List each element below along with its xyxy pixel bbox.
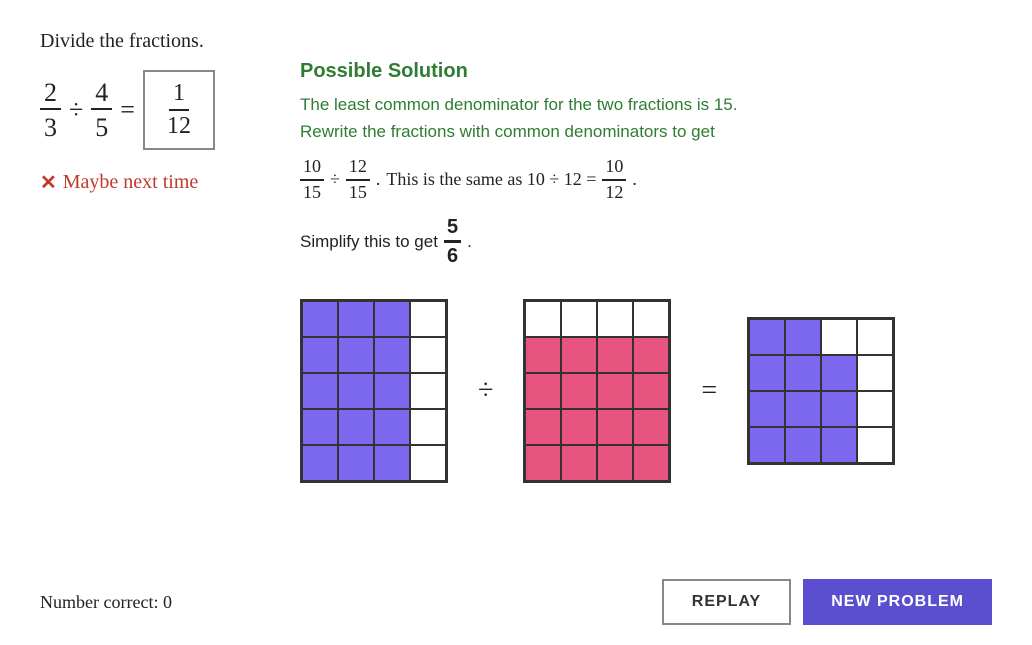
grid-cell xyxy=(857,319,893,355)
fraction-problem: 2 3 ÷ 4 5 = 1 12 xyxy=(40,70,260,150)
grid-cell xyxy=(597,409,633,445)
grid-cell xyxy=(633,337,669,373)
grid-cell xyxy=(338,445,374,481)
grid-cell xyxy=(410,337,446,373)
grid-cell xyxy=(302,301,338,337)
grid-cell xyxy=(597,373,633,409)
grid-cell xyxy=(302,445,338,481)
grid-cell xyxy=(561,373,597,409)
grid-cell xyxy=(821,391,857,427)
x-icon: ✕ xyxy=(40,170,57,195)
grid-cell xyxy=(302,373,338,409)
grid-cell xyxy=(374,373,410,409)
replay-button[interactable]: REPLAY xyxy=(662,579,791,625)
grid-cell xyxy=(821,427,857,463)
grid-cell xyxy=(374,301,410,337)
grid-cell xyxy=(857,391,893,427)
grid-cell xyxy=(597,337,633,373)
simplify-line: Simplify this to get 5 6 . xyxy=(300,214,992,269)
grid-cell xyxy=(374,409,410,445)
grid-cell xyxy=(785,355,821,391)
grid-cell xyxy=(597,445,633,481)
period3: . xyxy=(467,232,472,252)
divide-op: ÷ xyxy=(330,169,340,190)
grid-cell xyxy=(374,445,410,481)
lcd-fraction1: 10 15 xyxy=(300,155,324,204)
fraction-second: 4 5 xyxy=(91,77,112,143)
same-as-text: This is the same as 10 ÷ 12 = xyxy=(386,169,596,190)
grid-cell xyxy=(821,319,857,355)
grid-cell xyxy=(749,355,785,391)
left-panel: 2 3 ÷ 4 5 = 1 12 ✕ Maybe next time xyxy=(40,70,260,195)
final-fraction: 5 6 xyxy=(444,214,461,269)
answer-box: 1 12 xyxy=(143,70,215,150)
grid-cell xyxy=(785,427,821,463)
feedback-text: Maybe next time xyxy=(63,171,199,194)
equals-operator: = xyxy=(701,375,717,407)
grid-cell xyxy=(749,319,785,355)
instruction-text: Divide the fractions. xyxy=(40,30,992,53)
equals-symbol: = xyxy=(120,95,135,125)
grid-cell xyxy=(525,301,561,337)
grid-second xyxy=(523,299,671,483)
result-fraction: 10 12 xyxy=(602,155,626,204)
grid-cell xyxy=(410,373,446,409)
period: . xyxy=(376,169,381,190)
solution-line1: The least common denominator for the two… xyxy=(300,91,992,118)
button-group: REPLAY NEW PROBLEM xyxy=(662,579,992,625)
grid-cell xyxy=(633,301,669,337)
new-problem-button[interactable]: NEW PROBLEM xyxy=(803,579,992,625)
grid-cell xyxy=(633,409,669,445)
grid-first xyxy=(300,299,448,483)
grid-cell xyxy=(302,337,338,373)
grid-cell xyxy=(338,337,374,373)
grid-cell xyxy=(374,337,410,373)
grid-cell xyxy=(525,409,561,445)
grid-cell xyxy=(525,373,561,409)
grid-cell xyxy=(857,355,893,391)
math-line: 10 15 ÷ 12 15 . This is the same as 10 ÷… xyxy=(300,155,992,204)
grid-cell xyxy=(633,373,669,409)
grid-cell xyxy=(338,373,374,409)
bottom-bar: Number correct: 0 REPLAY NEW PROBLEM xyxy=(40,579,992,625)
period2: . xyxy=(632,169,637,190)
grid-cell xyxy=(561,301,597,337)
visuals-row: ÷ xyxy=(300,299,992,483)
grid-cell xyxy=(561,409,597,445)
grid-cell xyxy=(302,409,338,445)
grid-cell xyxy=(785,319,821,355)
answer-fraction: 1 12 xyxy=(163,78,195,142)
grid-cell xyxy=(785,391,821,427)
solution-title: Possible Solution xyxy=(300,60,992,83)
grid-cell xyxy=(749,391,785,427)
grid-cell xyxy=(821,355,857,391)
grid-cell xyxy=(525,445,561,481)
lcd-fraction2: 12 15 xyxy=(346,155,370,204)
grid-cell xyxy=(410,301,446,337)
num-correct-label: Number correct: 0 xyxy=(40,592,172,613)
grid-cell xyxy=(338,301,374,337)
grid-cell xyxy=(410,445,446,481)
divide-operator: ÷ xyxy=(478,375,493,407)
grid-cell xyxy=(525,337,561,373)
right-panel: Possible Solution The least common denom… xyxy=(300,60,992,483)
grid-cell xyxy=(633,445,669,481)
grid-cell xyxy=(857,427,893,463)
grid-cell xyxy=(561,445,597,481)
grid-cell xyxy=(597,301,633,337)
divide-symbol: ÷ xyxy=(69,95,83,125)
simplify-text: Simplify this to get xyxy=(300,232,438,252)
feedback-message: ✕ Maybe next time xyxy=(40,170,260,195)
grid-cell xyxy=(338,409,374,445)
grid-cell xyxy=(561,337,597,373)
fraction-first: 2 3 xyxy=(40,77,61,143)
grid-cell xyxy=(749,427,785,463)
grid-cell xyxy=(410,409,446,445)
solution-line2: Rewrite the fractions with common denomi… xyxy=(300,118,992,145)
grid-result xyxy=(747,317,895,465)
